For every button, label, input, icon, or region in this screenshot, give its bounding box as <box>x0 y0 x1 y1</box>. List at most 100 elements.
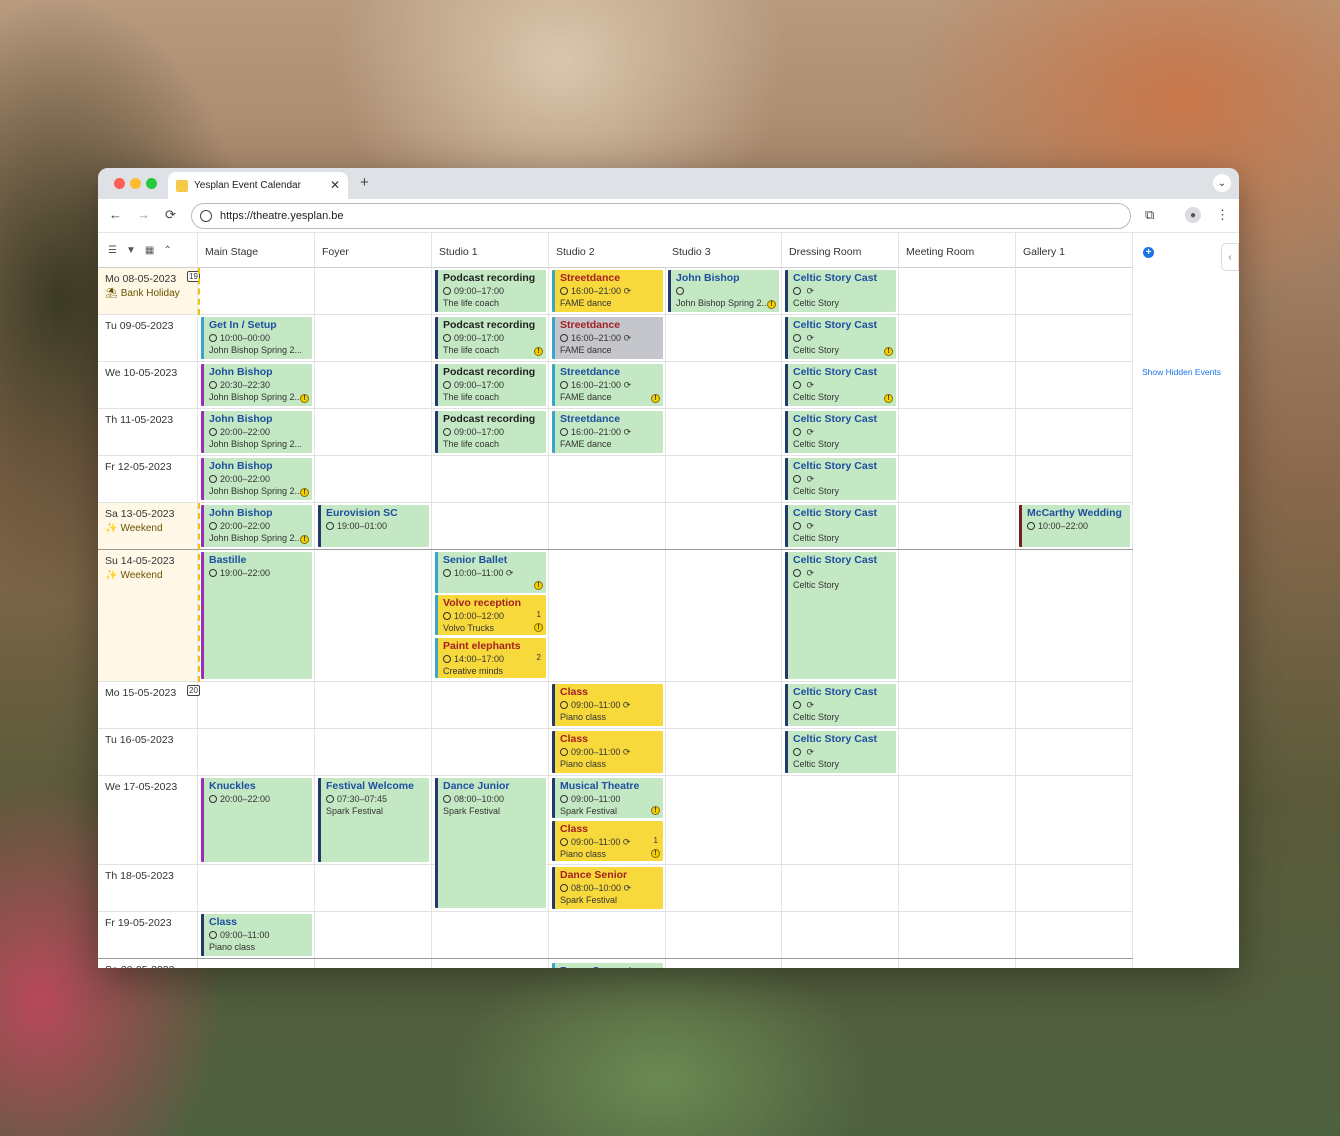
event-card[interactable]: Celtic Story Cast ⟳ Celtic Story <box>785 552 896 679</box>
calendar-cell[interactable] <box>899 315 1016 361</box>
calendar-cell[interactable] <box>899 912 1016 958</box>
event-card[interactable]: Podcast recording 09:00–17:00 The life coa… <box>435 364 546 406</box>
event-card[interactable]: John Bishop 20:00–22:00 John Bishop Spring… <box>201 505 312 547</box>
calendar-cell[interactable] <box>315 362 432 408</box>
event-card[interactable]: Celtic Story Cast ⟳ Celtic Story <box>785 684 896 726</box>
show-hidden-events-link[interactable]: Show Hidden Events <box>1142 367 1221 377</box>
event-card[interactable]: Get In / Setup 10:00–00:00 John Bishop Spr… <box>201 317 312 359</box>
calendar-cell[interactable] <box>1016 409 1133 455</box>
calendar-cell[interactable] <box>665 362 782 408</box>
event-card[interactable]: Eurovision SC 19:00–01:00 <box>318 505 429 547</box>
calendar-cell[interactable] <box>1016 776 1133 864</box>
event-card[interactable]: Senior Ballet 10:00–11:00 ⟳! <box>435 552 546 593</box>
tab-yesplan[interactable]: Yesplan Event Calendar ✕ <box>168 172 348 199</box>
calendar-cell[interactable] <box>899 729 1016 775</box>
event-card[interactable]: John Bishop 20:30–22:30 John Bishop Spring… <box>201 364 312 406</box>
calendar-cell[interactable] <box>432 456 549 502</box>
calendar-cell[interactable] <box>899 959 1016 968</box>
event-card[interactable]: Class 09:00–11:00 Piano class <box>201 914 312 956</box>
filter-icon[interactable]: ▼ <box>126 245 136 256</box>
calendar-cell[interactable] <box>432 912 549 958</box>
calendar-cell[interactable] <box>665 315 782 361</box>
calendar-cell[interactable] <box>315 409 432 455</box>
back-button[interactable]: ← <box>109 207 122 222</box>
add-event-button[interactable]: + <box>1143 247 1154 258</box>
calendar-cell[interactable] <box>899 456 1016 502</box>
event-card[interactable]: Streetdance 16:00–21:00 ⟳ FAME dance <box>552 270 663 312</box>
close-window-button[interactable] <box>114 178 125 189</box>
calendar-cell[interactable] <box>1016 550 1133 681</box>
calendar-cell[interactable] <box>899 503 1016 549</box>
profile-avatar-icon[interactable]: ● <box>1185 207 1201 223</box>
tab-search-button[interactable]: ⌄ <box>1213 174 1231 192</box>
event-card[interactable]: Musical Theatre 09:00–11:00 Spark Festival… <box>552 778 663 818</box>
event-card[interactable]: Volvo reception 10:00–12:00 Volvo Trucks 1! <box>435 595 546 635</box>
calendar-cell[interactable] <box>899 550 1016 681</box>
calendar-cell[interactable] <box>1016 729 1133 775</box>
calendar-cell[interactable] <box>315 865 432 911</box>
minimize-window-button[interactable] <box>130 178 141 189</box>
event-card[interactable]: Podcast recording 09:00–17:00 The life coa… <box>435 317 546 359</box>
calendar-cell[interactable] <box>549 456 666 502</box>
calendar-cell[interactable] <box>899 776 1016 864</box>
reload-button[interactable]: ⟳ <box>165 207 176 223</box>
list-icon[interactable]: ☰ <box>108 245 117 256</box>
event-card[interactable]: Celtic Story Cast ⟳ Celtic Story! <box>785 317 896 359</box>
calendar-cell[interactable] <box>665 503 782 549</box>
site-info-icon[interactable] <box>200 210 212 222</box>
calendar-cell[interactable] <box>198 729 315 775</box>
calendar-cell[interactable] <box>1016 268 1133 314</box>
event-card[interactable]: John Bishop 20:00–22:00 John Bishop Spring… <box>201 411 312 453</box>
calendar-cell[interactable] <box>198 682 315 728</box>
calendar-cell[interactable] <box>899 268 1016 314</box>
calendar-cell[interactable] <box>315 912 432 958</box>
calendar-cell[interactable] <box>665 776 782 864</box>
calendar-cell[interactable] <box>549 550 666 681</box>
calendar-cell[interactable] <box>899 362 1016 408</box>
event-card[interactable]: Podcast recording 09:00–17:00 The life coa… <box>435 411 546 453</box>
calendar-cell[interactable] <box>665 682 782 728</box>
calendar-cell[interactable] <box>315 682 432 728</box>
calendar-cell[interactable] <box>315 456 432 502</box>
forward-button[interactable]: → <box>137 207 150 222</box>
event-card[interactable]: Celtic Story Cast ⟳ Celtic Story <box>785 731 896 773</box>
event-card[interactable]: Celtic Story Cast ⟳ Celtic Story <box>785 458 896 500</box>
calendar-cell[interactable] <box>198 959 315 968</box>
calendar-cell[interactable] <box>432 959 549 968</box>
calendar-cell[interactable] <box>1016 456 1133 502</box>
calendar-cell[interactable] <box>899 409 1016 455</box>
collapse-panel-button[interactable]: ‹ <box>1221 243 1239 271</box>
calendar-cell[interactable] <box>665 865 782 911</box>
calendar-icon[interactable]: ▦ <box>145 245 154 256</box>
calendar-cell[interactable] <box>1016 315 1133 361</box>
calendar-cell[interactable] <box>1016 682 1133 728</box>
event-card[interactable]: Paint elephants 14:00–17:00 Creative minds… <box>435 638 546 678</box>
calendar-cell[interactable] <box>1016 362 1133 408</box>
calendar-cell[interactable] <box>315 959 432 968</box>
event-card[interactable]: Festival Welcome 07:30–07:45 Spark Festiva… <box>318 778 429 862</box>
event-card[interactable]: Streetdance 16:00–21:00 ⟳ FAME dance <box>552 317 663 359</box>
event-card[interactable]: McCarthy Wedding 10:00–22:00 <box>1019 505 1130 547</box>
event-card[interactable]: Knuckles 20:00–22:00 <box>201 778 312 862</box>
calendar-cell[interactable] <box>198 268 315 314</box>
calendar-cell[interactable] <box>198 865 315 911</box>
calendar-cell[interactable] <box>665 729 782 775</box>
calendar-cell[interactable] <box>432 503 549 549</box>
calendar-cell[interactable] <box>665 550 782 681</box>
address-bar[interactable]: https://theatre.yesplan.be <box>191 203 1131 229</box>
calendar-cell[interactable] <box>315 268 432 314</box>
event-card[interactable]: John Bishop John Bishop Spring 2...! <box>668 270 779 312</box>
calendar-cell[interactable] <box>315 729 432 775</box>
calendar-cell[interactable] <box>549 912 666 958</box>
calendar-cell[interactable] <box>782 865 899 911</box>
calendar-cell[interactable] <box>782 912 899 958</box>
calendar-cell[interactable] <box>549 503 666 549</box>
extensions-icon[interactable]: ⧉ <box>1145 207 1154 223</box>
collapse-icon[interactable]: ⌃ <box>163 245 171 256</box>
calendar-cell[interactable] <box>432 729 549 775</box>
event-card[interactable]: John Bishop 20:00–22:00 John Bishop Spring… <box>201 458 312 500</box>
calendar-cell[interactable] <box>1016 912 1133 958</box>
calendar-cell[interactable] <box>315 315 432 361</box>
event-card[interactable]: Class 09:00–11:00 ⟳ Piano class 1! <box>552 821 663 861</box>
event-card[interactable]: Streetdance 16:00–21:00 ⟳ FAME dance <box>552 411 663 453</box>
